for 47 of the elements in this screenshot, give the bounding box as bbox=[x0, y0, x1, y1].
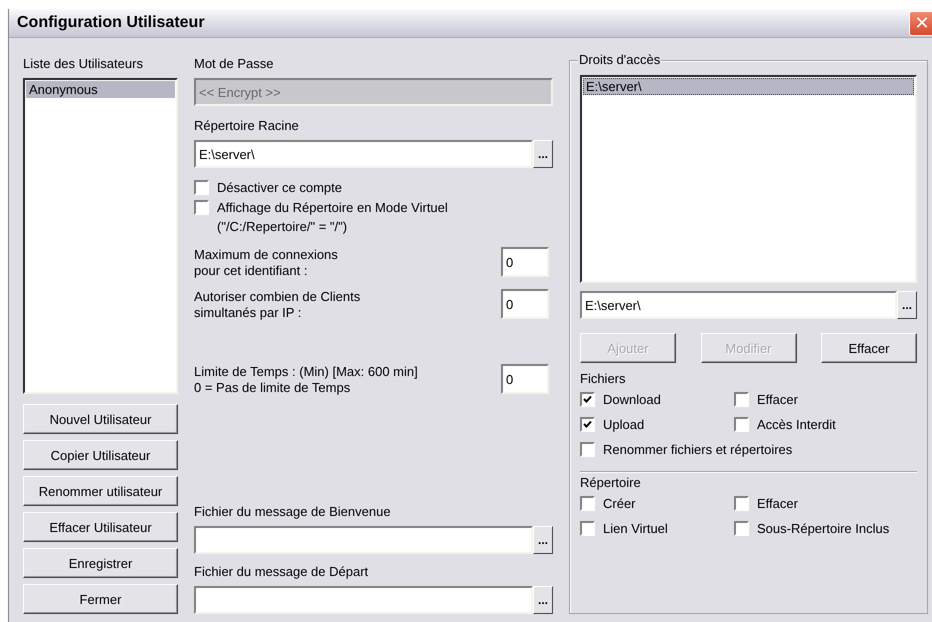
file-field[interactable] bbox=[194, 586, 533, 614]
user-action-button[interactable]: Copier Utilisateur bbox=[23, 440, 178, 470]
field-label: Répertoire Racine bbox=[194, 118, 300, 134]
user-action-button[interactable]: Effacer Utilisateur bbox=[23, 512, 178, 542]
number-field[interactable]: 0 bbox=[501, 364, 549, 394]
limit-label: Maximum de connexions pour cet identifiant : bbox=[194, 247, 338, 279]
checkbox[interactable]: Download bbox=[580, 389, 734, 409]
checkbox[interactable]: Désactiver ce compte bbox=[194, 177, 553, 197]
user-action-button[interactable]: Fermer bbox=[23, 584, 178, 614]
limit-label: Limite de Temps : (Min) [Max: 600 min] 0 = Pas de limite de Temps bbox=[194, 364, 418, 396]
browse-button[interactable]: ... bbox=[533, 586, 553, 614]
access-action-button[interactable]: Effacer bbox=[821, 333, 917, 363]
field-label: Mot de Passe bbox=[194, 56, 274, 72]
number-field[interactable]: 0 bbox=[501, 247, 549, 277]
limit-label: Autoriser combien de Clients simultanés par IP : bbox=[194, 289, 360, 321]
path-field[interactable]: E:\server\ bbox=[580, 291, 897, 319]
number-field[interactable]: 0 bbox=[501, 289, 549, 319]
user-list[interactable]: Anonymous bbox=[23, 78, 178, 394]
checkbox[interactable]: Effacer bbox=[734, 493, 917, 513]
user-action-button[interactable]: Renommer utilisateur bbox=[23, 476, 178, 506]
check-icon bbox=[583, 395, 592, 403]
checkbox[interactable]: Sous-Répertoire Inclus bbox=[734, 518, 917, 538]
checkbox[interactable]: Créer bbox=[580, 493, 734, 513]
checkbox[interactable]: Renommer fichiers et répertoires bbox=[580, 439, 917, 459]
checkbox[interactable]: Accès Interdit bbox=[734, 414, 917, 434]
user-action-button[interactable]: Enregistrer bbox=[23, 548, 178, 578]
section-label: Répertoire bbox=[580, 475, 642, 491]
access-list[interactable]: E:\server\ bbox=[580, 75, 917, 283]
section-label: Fichiers bbox=[580, 371, 627, 387]
checkbox[interactable]: Effacer bbox=[734, 389, 917, 409]
user-action-button[interactable]: Nouvel Utilisateur bbox=[23, 404, 178, 434]
option-note: ("/C:/Repertoire/" = "/") bbox=[216, 218, 348, 236]
check-icon bbox=[583, 420, 592, 428]
browse-button[interactable]: ... bbox=[533, 526, 553, 554]
checkbox[interactable]: Lien Virtuel bbox=[580, 518, 734, 538]
path-field[interactable]: E:\server\ bbox=[194, 140, 533, 168]
browse-button[interactable]: ... bbox=[533, 140, 553, 168]
field-label: Fichier du message de Bienvenue bbox=[194, 504, 392, 520]
file-field[interactable] bbox=[194, 526, 533, 554]
access-list-item[interactable]: E:\server\ bbox=[583, 78, 914, 95]
window-title: Configuration Utilisateur bbox=[16, 14, 205, 32]
checkbox[interactable]: Affichage du Répertoire en Mode Virtuel bbox=[194, 197, 553, 217]
user-list-item[interactable]: Anonymous bbox=[26, 81, 175, 98]
list-label: Liste des Utilisateurs bbox=[23, 56, 144, 72]
field-label: Fichier du message de Départ bbox=[194, 564, 370, 580]
checkbox[interactable]: Upload bbox=[580, 414, 734, 434]
browse-button[interactable]: ... bbox=[897, 291, 917, 319]
